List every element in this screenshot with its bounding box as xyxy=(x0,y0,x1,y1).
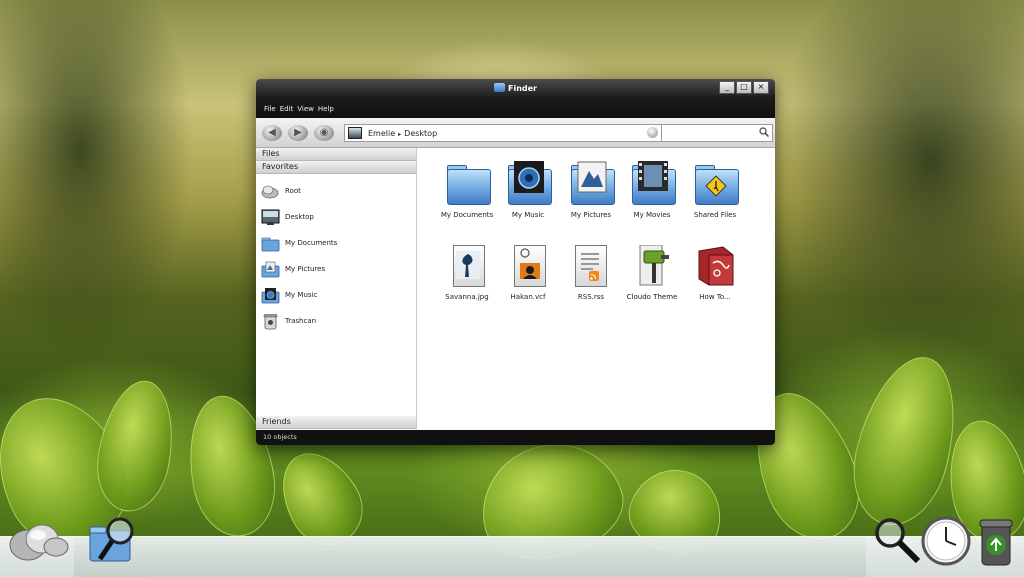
file-item-my-movies[interactable]: My Movies xyxy=(622,161,682,220)
breadcrumb: Emelie ▸ Desktop xyxy=(368,129,437,138)
file-label: My Music xyxy=(511,211,545,219)
sidebar-item-label: Root xyxy=(285,187,301,195)
menu-bar: File Edit View Help xyxy=(256,99,775,118)
finder-folder-search-icon[interactable] xyxy=(86,513,140,567)
sidebar-item-label: Trashcan xyxy=(285,317,317,325)
file-label: How To... xyxy=(699,293,731,301)
sidebar-item-my-music[interactable]: My Music xyxy=(256,282,416,308)
sidebar-item-label: My Music xyxy=(285,291,318,299)
finder-icon xyxy=(494,83,505,92)
file-item-rss-rss[interactable]: RSS.rss xyxy=(561,243,621,302)
file-item-my-documents[interactable]: My Documents xyxy=(437,161,497,220)
background-leaf xyxy=(839,346,973,536)
sidebar-item-my-pictures[interactable]: My Pictures xyxy=(256,256,416,282)
file-label: Cloudo Theme xyxy=(626,293,678,301)
breadcrumb-item-emelie[interactable]: Emelie xyxy=(368,129,395,138)
sidebar-item-label: My Documents xyxy=(285,239,338,247)
status-text: 10 objects xyxy=(263,433,297,441)
menu-edit[interactable]: Edit xyxy=(280,105,294,113)
folder-icon xyxy=(261,237,280,251)
refresh-icon[interactable] xyxy=(647,127,658,138)
file-label: Hakan.vcf xyxy=(510,293,546,301)
favorites-header[interactable]: Favorites xyxy=(256,161,416,174)
file-item-how-to[interactable]: How To... xyxy=(685,243,745,302)
search-magnifier-icon[interactable] xyxy=(872,515,924,567)
image-file-icon xyxy=(443,243,491,289)
breadcrumb-item-desktop[interactable]: Desktop xyxy=(404,129,437,138)
title-bar[interactable]: Finder _ □ × xyxy=(256,79,775,99)
file-label: My Documents xyxy=(440,211,494,219)
sidebar-item-desktop[interactable]: Desktop xyxy=(256,204,416,230)
friends-header[interactable]: Friends xyxy=(256,416,416,429)
file-item-hakan-vcf[interactable]: Hakan.vcf xyxy=(498,243,558,302)
desktop-location-icon xyxy=(348,127,362,139)
file-label: My Pictures xyxy=(570,211,612,219)
minimize-button[interactable]: _ xyxy=(719,81,735,94)
search-icon[interactable] xyxy=(759,127,769,137)
sidebar: Files Favorites Root Desktop My Document… xyxy=(256,148,417,429)
menu-help[interactable]: Help xyxy=(318,105,334,113)
back-arrow-icon[interactable]: ◀ xyxy=(262,125,282,141)
status-bar: 10 objects xyxy=(256,430,775,445)
file-label: Savanna.jpg xyxy=(445,293,489,301)
sidebar-item-my-documents[interactable]: My Documents xyxy=(256,230,416,256)
pictures-folder-icon xyxy=(567,161,615,207)
cloud-icon xyxy=(261,185,279,198)
search-input[interactable] xyxy=(661,124,773,142)
menu-file[interactable]: File xyxy=(264,105,276,113)
theme-paint-icon xyxy=(628,243,676,289)
recycle-bin-icon[interactable] xyxy=(976,517,1016,571)
pictures-folder-icon xyxy=(261,261,280,277)
file-item-cloudo-theme[interactable]: Cloudo Theme xyxy=(622,243,682,302)
window-title-text: Finder xyxy=(508,84,537,93)
sidebar-item-label: My Pictures xyxy=(285,265,326,273)
vcard-file-icon xyxy=(504,243,552,289)
file-area: My Documents My Music My Pictures My Mov… xyxy=(417,148,775,429)
sidebar-item-trashcan[interactable]: Trashcan xyxy=(256,308,416,334)
file-label: RSS.rss xyxy=(577,293,605,301)
file-item-my-music[interactable]: My Music xyxy=(498,161,558,220)
rss-file-icon xyxy=(567,243,615,289)
taskbar xyxy=(0,516,1024,577)
forward-arrow-icon[interactable]: ▶ xyxy=(288,125,308,141)
eye-icon[interactable]: ◉ xyxy=(314,125,334,141)
desktop-icon xyxy=(261,209,280,225)
window-title: Finder xyxy=(256,83,775,93)
files-header[interactable]: Files xyxy=(256,148,416,161)
menu-view[interactable]: View xyxy=(297,105,314,113)
toolbar: ◀ ▶ ◉ Emelie ▸ Desktop xyxy=(256,118,775,148)
trashcan-icon xyxy=(263,313,278,329)
file-item-my-pictures[interactable]: My Pictures xyxy=(561,161,621,220)
music-folder-icon xyxy=(504,161,552,207)
address-bar[interactable]: Emelie ▸ Desktop xyxy=(344,124,662,142)
movies-folder-icon xyxy=(628,161,676,207)
cloud-logo-icon[interactable] xyxy=(6,519,72,567)
finder-window: Finder _ □ × File Edit View Help ◀ ▶ ◉ E… xyxy=(256,79,775,445)
file-label: Shared Files xyxy=(693,211,737,219)
folder-icon xyxy=(443,161,491,207)
book-icon xyxy=(691,243,739,289)
file-label: My Movies xyxy=(633,211,671,219)
clock-icon[interactable] xyxy=(920,515,972,567)
file-item-savanna-jpg[interactable]: Savanna.jpg xyxy=(437,243,497,302)
breadcrumb-separator: ▸ xyxy=(398,130,402,138)
shared-folder-icon xyxy=(691,161,739,207)
maximize-button[interactable]: □ xyxy=(736,81,752,94)
music-folder-icon xyxy=(261,287,280,303)
file-item-shared-files[interactable]: Shared Files xyxy=(685,161,745,220)
close-button[interactable]: × xyxy=(753,81,769,94)
sidebar-item-root[interactable]: Root xyxy=(256,178,416,204)
sidebar-item-label: Desktop xyxy=(285,213,314,221)
